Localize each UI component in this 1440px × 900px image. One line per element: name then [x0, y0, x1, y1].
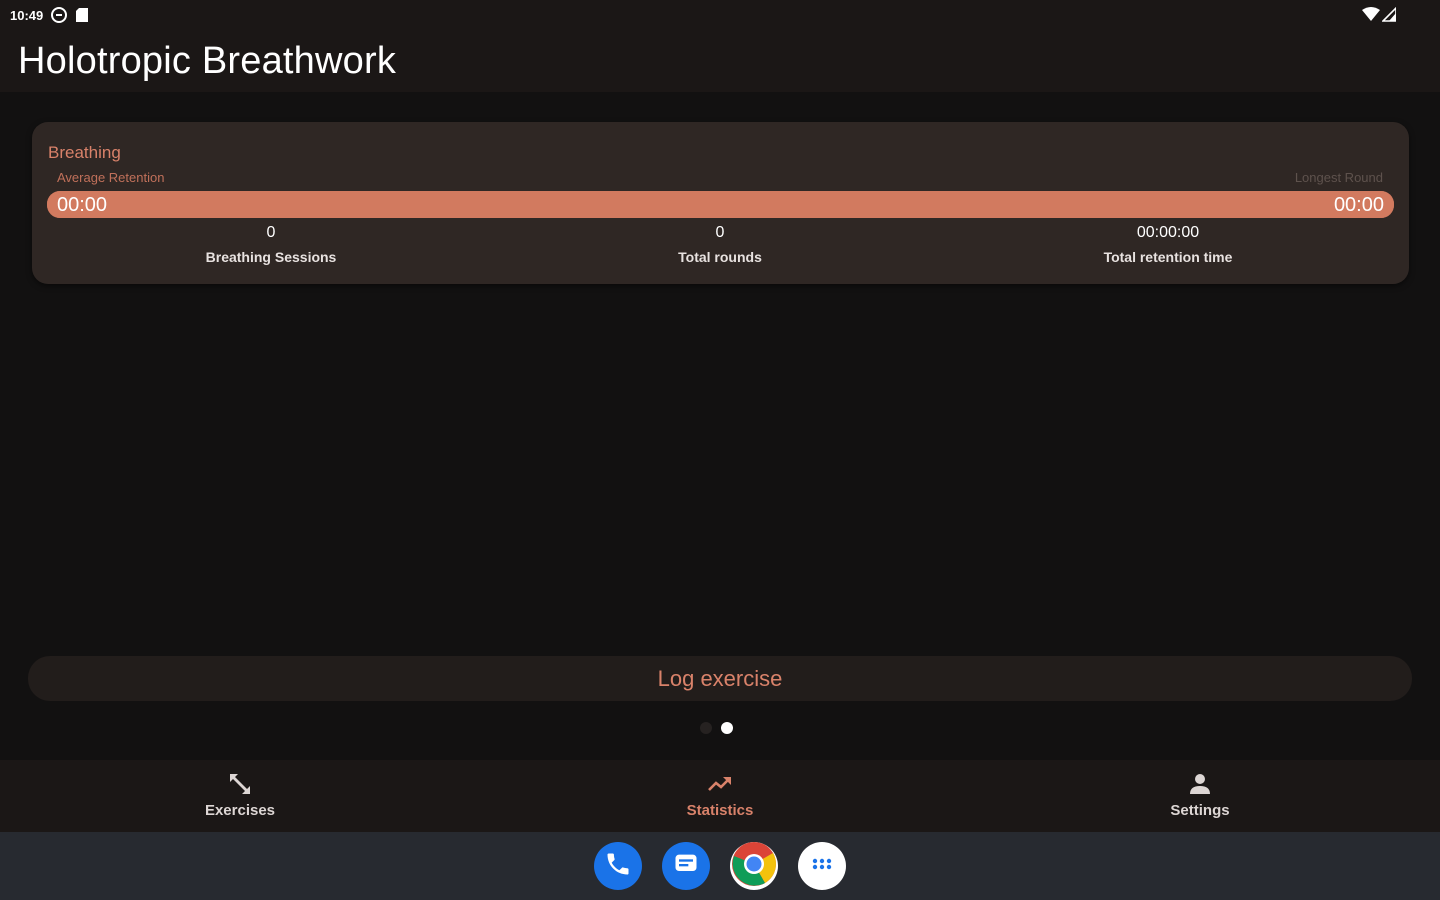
- longest-round-label: Longest Round: [1294, 170, 1383, 185]
- expand-arrows-icon: [226, 770, 254, 798]
- page-dot-active[interactable]: [721, 722, 733, 734]
- status-right-icons: [1362, 6, 1397, 27]
- nav-item-exercises[interactable]: Exercises: [140, 770, 340, 819]
- status-bar: 10:49: [0, 0, 1440, 30]
- log-exercise-button[interactable]: Log exercise: [28, 656, 1412, 701]
- app-bar: Holotropic Breathwork: [0, 30, 1440, 92]
- page-dot[interactable]: [700, 722, 712, 734]
- stat-label: Total retention time: [1103, 249, 1233, 265]
- stat-value: 0: [266, 224, 276, 241]
- app-drawer-icon: [810, 852, 834, 881]
- page-indicator: [700, 722, 733, 734]
- messages-icon: [672, 850, 700, 883]
- chrome-app[interactable]: [730, 841, 778, 892]
- data-saver-icon: [51, 7, 68, 23]
- person-icon: [1186, 770, 1214, 798]
- stat-total-retention-time: 00:00:00 Total retention time: [1018, 224, 1318, 265]
- card-title: Breathing: [48, 143, 121, 162]
- system-dock: [0, 832, 1440, 900]
- phone-app[interactable]: [594, 842, 642, 890]
- nav-item-settings[interactable]: Settings: [1100, 770, 1300, 819]
- nav-label: Settings: [1170, 802, 1230, 819]
- stat-breathing-sessions: 0 Breathing Sessions: [121, 224, 421, 265]
- average-retention-value: 00:00: [57, 194, 108, 216]
- chrome-icon: [731, 841, 777, 892]
- phone-icon: [604, 850, 632, 883]
- nav-label: Exercises: [204, 802, 276, 819]
- nav-item-statistics[interactable]: Statistics: [620, 770, 820, 819]
- stat-value: 00:00:00: [1136, 224, 1200, 241]
- wifi-icon: [1362, 7, 1380, 27]
- bottom-navigation: Exercises Statistics Settings: [0, 760, 1440, 832]
- status-time: 10:49: [10, 7, 44, 23]
- average-retention-label: Average Retention: [57, 170, 165, 185]
- cellular-signal-icon: [1381, 6, 1397, 27]
- stat-label: Breathing Sessions: [205, 249, 337, 265]
- screen: 10:49 Holotropic Breathwork Breathing Av…: [0, 0, 1440, 900]
- stat-total-rounds: 0 Total rounds: [570, 224, 870, 265]
- progress-fill: [47, 191, 1394, 218]
- retention-progress-bar: 00:00 00:00: [47, 191, 1394, 218]
- sim-card-icon: [75, 7, 89, 23]
- stat-label: Total rounds: [678, 249, 762, 265]
- app-drawer[interactable]: [798, 842, 846, 890]
- stat-value: 0: [715, 224, 725, 241]
- trending-up-icon: [706, 770, 734, 798]
- log-exercise-label: Log exercise: [657, 665, 783, 691]
- longest-round-value: 00:00: [1333, 194, 1384, 216]
- messages-app[interactable]: [662, 842, 710, 890]
- nav-label: Statistics: [686, 802, 754, 819]
- breathing-stats-card: Breathing Average Retention Longest Roun…: [32, 122, 1409, 284]
- page-title: Holotropic Breathwork: [18, 39, 397, 82]
